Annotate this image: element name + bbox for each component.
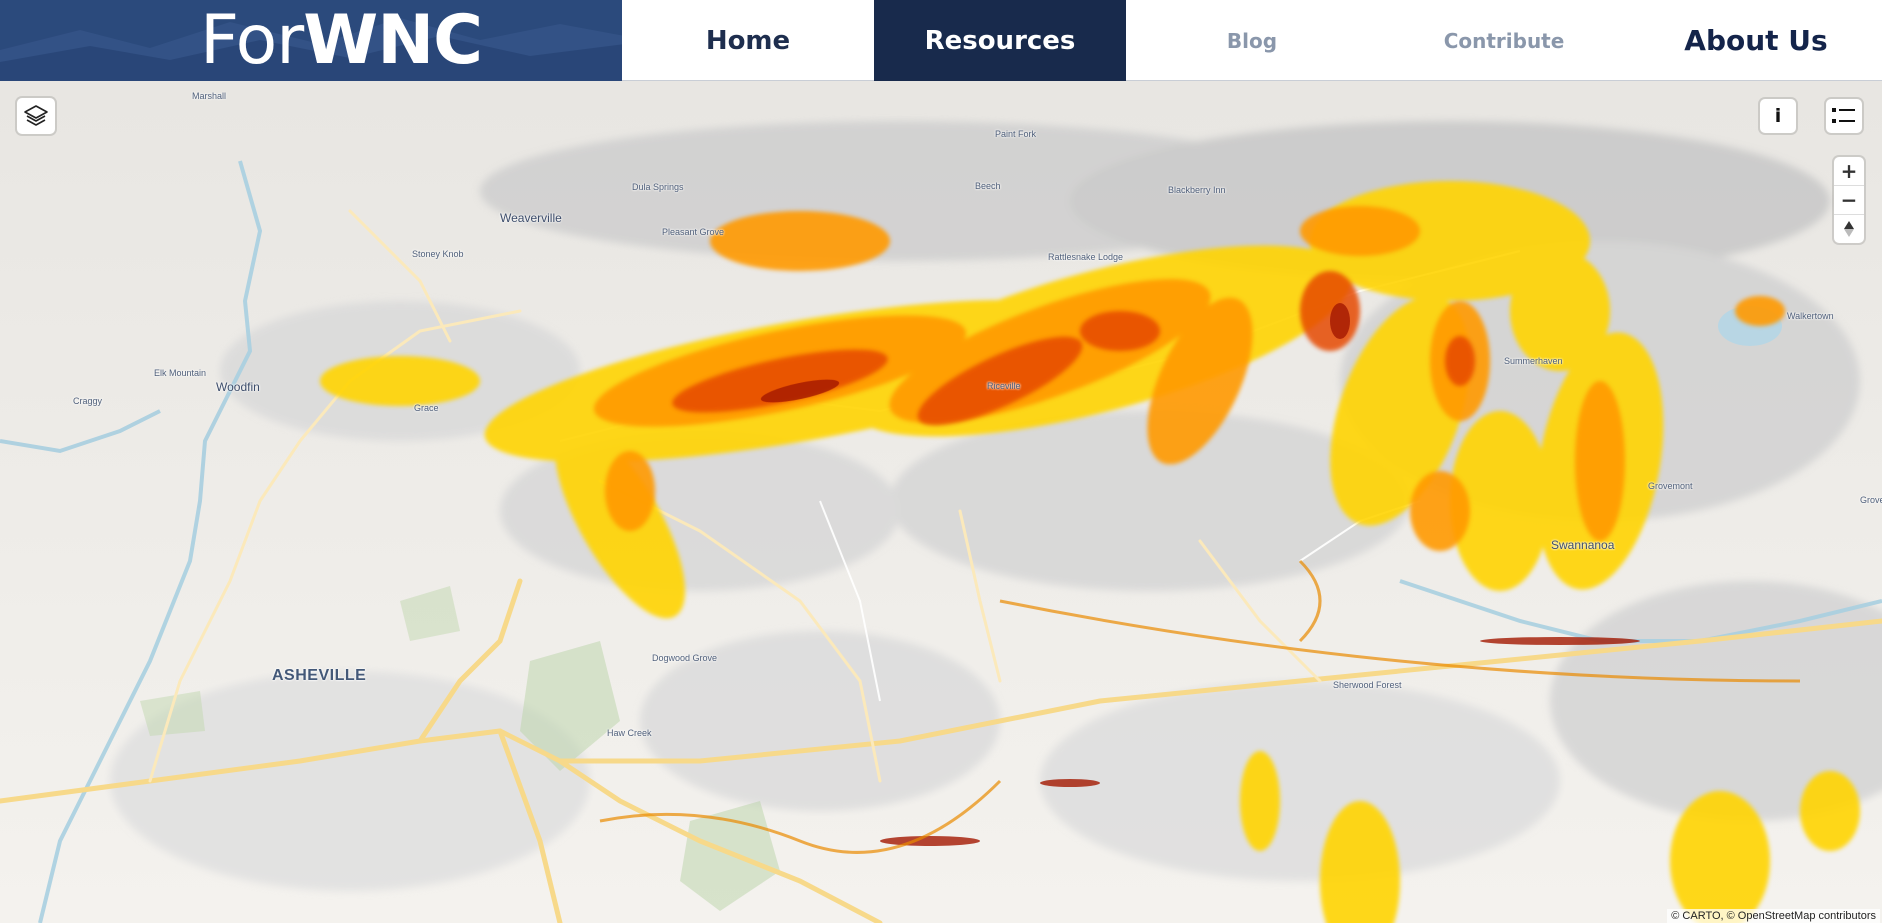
place-label: Rattlesnake Lodge [1048,252,1124,262]
legend-button[interactable] [1826,99,1862,133]
place-label: Sherwood Forest [1333,680,1402,690]
place-label: Swannanoa [1551,538,1615,552]
place-label: Blackberry Inn [1168,185,1226,195]
nav-blog[interactable]: Blog [1126,0,1378,81]
logo[interactable]: ForWNC [0,0,622,81]
place-label: Riceville [987,381,1021,391]
nav-home[interactable]: Home [622,0,874,81]
nav-resources[interactable]: Resources [874,0,1126,81]
place-label: Marshall [192,91,227,101]
place-label: Beech [975,181,1001,191]
map-view[interactable]: Marshall Weaverville Dula Springs Pleasa… [0,81,1882,923]
place-label: Grovemont [1648,481,1693,491]
place-label: Woodfin [216,380,260,394]
place-label: Pleasant Grove [662,227,725,237]
terrain-hazard-map [0,81,1882,923]
place-label: Haw Creek [607,728,652,738]
place-label: Grove [1860,495,1882,505]
place-label: Paint Fork [995,129,1037,139]
place-label: ASHEVILLE [272,667,367,684]
site-header: ForWNC Home Resources Blog Contribute Ab… [0,0,1882,81]
place-label: Elk Mountain [154,368,207,378]
zoom-out-button[interactable]: − [1834,186,1864,215]
main-nav: Home Resources Blog Contribute About Us [622,0,1882,81]
layers-button[interactable] [17,98,55,134]
compass-arrow-icon [1844,221,1854,237]
layers-icon [24,105,48,126]
place-label: Grace [414,403,439,413]
zoom-in-button[interactable]: + [1834,157,1864,186]
map-attribution[interactable]: © CARTO, © OpenStreetMap contributors [1667,909,1880,923]
compass-button[interactable] [1834,215,1864,243]
place-label: Craggy [73,396,103,406]
place-label: Walkertown [1787,311,1834,321]
logo-text: ForWNC [200,6,483,75]
nav-about-us[interactable]: About Us [1630,0,1882,81]
logo-text-wnc: WNC [303,0,483,80]
nav-contribute[interactable]: Contribute [1378,0,1630,81]
place-label: Summerhaven [1504,356,1563,366]
place-label: Stoney Knob [412,249,464,259]
legend-list-icon [1832,108,1855,123]
zoom-controls: + − [1834,157,1864,243]
place-label: Dogwood Grove [652,653,718,663]
info-button[interactable]: i [1760,99,1796,133]
place-label: Dula Springs [632,182,684,192]
logo-text-for: For [199,0,304,80]
place-label: Weaverville [500,211,562,225]
